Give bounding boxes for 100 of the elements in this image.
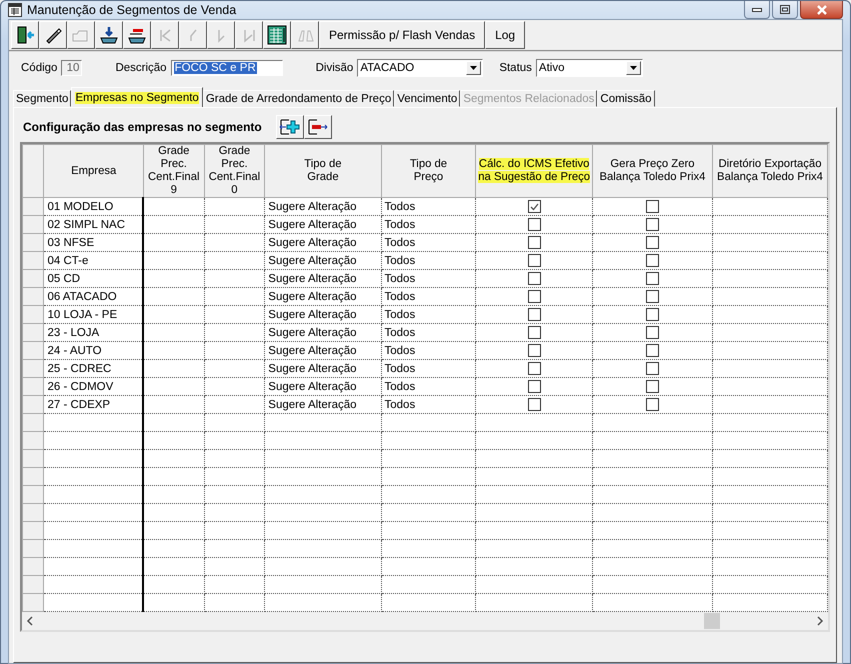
row-header bbox=[22, 270, 44, 288]
tab[interactable]: Empresas no Segmento bbox=[71, 87, 203, 107]
minimize-button[interactable] bbox=[744, 1, 770, 19]
division-dropdown[interactable]: ATACADO bbox=[357, 59, 484, 77]
column-header: Tipo de Preço bbox=[381, 144, 476, 198]
scroll-thumb[interactable] bbox=[704, 613, 720, 629]
scroll-right-icon[interactable] bbox=[816, 616, 824, 626]
row-header bbox=[22, 234, 44, 252]
table-cell: Sugere Alteração bbox=[264, 342, 382, 360]
window-title: Manutenção de Segmentos de Venda bbox=[27, 3, 238, 17]
checkbox[interactable] bbox=[646, 362, 659, 375]
horizontal-scrollbar[interactable] bbox=[22, 612, 828, 630]
minimize-icon bbox=[752, 8, 762, 12]
table-cell: Sugere Alteração bbox=[264, 252, 382, 270]
row-header bbox=[22, 558, 44, 576]
toolbar-button[interactable] bbox=[11, 21, 39, 49]
column-header: Diretório Exportação Balança Toledo Prix4 bbox=[712, 144, 828, 198]
table-cell: Sugere Alteração bbox=[264, 288, 382, 306]
row-header bbox=[22, 378, 44, 396]
tab[interactable]: Segmento bbox=[13, 90, 72, 107]
checkbox[interactable] bbox=[646, 236, 659, 249]
scroll-left-icon[interactable] bbox=[26, 616, 34, 626]
toolbar-button[interactable]: Log bbox=[485, 21, 526, 49]
remove-icon bbox=[306, 118, 329, 136]
table-cell: Todos bbox=[381, 234, 476, 252]
checkbox[interactable] bbox=[646, 398, 659, 411]
row-header bbox=[22, 486, 44, 504]
table-cell: 25 - CDREC bbox=[44, 360, 144, 378]
checkbox[interactable] bbox=[646, 326, 659, 339]
table-cell: Todos bbox=[381, 198, 476, 216]
table-cell: 26 - CDMOV bbox=[44, 378, 144, 396]
table-cell: Sugere Alteração bbox=[264, 198, 382, 216]
table-cell: 01 MODELO bbox=[44, 198, 144, 216]
column-header: Grade Prec. Cent.Final 0 bbox=[204, 144, 265, 198]
field-label: Descrição bbox=[115, 62, 167, 74]
tab[interactable]: Comissão bbox=[597, 90, 655, 107]
checkbox[interactable] bbox=[646, 290, 659, 303]
row-header bbox=[22, 288, 44, 306]
remove-company-button[interactable] bbox=[304, 115, 332, 139]
checkbox[interactable] bbox=[528, 290, 541, 303]
table-cell: 24 - AUTO bbox=[44, 342, 144, 360]
toolbar-button[interactable] bbox=[39, 21, 67, 49]
column-header: Cálc. do ICMS Efetivo na Sugestão de Preço bbox=[476, 144, 592, 198]
table-cell: Todos bbox=[381, 342, 476, 360]
checkbox[interactable] bbox=[528, 200, 541, 213]
codigo-field[interactable]: 10 bbox=[61, 60, 82, 76]
tab[interactable]: Vencimento bbox=[394, 90, 460, 107]
column-header: Tipo de Grade bbox=[264, 144, 382, 198]
checkbox[interactable] bbox=[528, 362, 541, 375]
dropdown-arrow-icon bbox=[470, 66, 478, 70]
table-cell: 06 ATACADO bbox=[44, 288, 144, 306]
checkbox[interactable] bbox=[528, 398, 541, 411]
grid-sheet-icon bbox=[267, 25, 287, 45]
description-field[interactable]: FOCO SC e PR bbox=[170, 60, 283, 76]
field-label: Divisão bbox=[316, 62, 354, 74]
checkbox[interactable] bbox=[646, 380, 659, 393]
close-button[interactable] bbox=[800, 1, 843, 19]
checkbox[interactable] bbox=[646, 254, 659, 267]
checkbox[interactable] bbox=[528, 236, 541, 249]
maximize-button[interactable] bbox=[772, 1, 798, 19]
checkbox[interactable] bbox=[528, 326, 541, 339]
table-cell: 23 - LOJA bbox=[44, 324, 144, 342]
status-dropdown[interactable]: Ativo bbox=[536, 59, 643, 77]
checkbox[interactable] bbox=[646, 218, 659, 231]
row-header bbox=[22, 216, 44, 234]
checkbox[interactable] bbox=[528, 380, 541, 393]
table-cell: Sugere Alteração bbox=[264, 324, 382, 342]
checkbox[interactable] bbox=[646, 272, 659, 285]
row-header bbox=[22, 306, 44, 324]
table-cell: Todos bbox=[381, 360, 476, 378]
table-cell: Sugere Alteração bbox=[264, 360, 382, 378]
row-header bbox=[22, 414, 44, 432]
checkbox[interactable] bbox=[646, 308, 659, 321]
add-company-button[interactable] bbox=[276, 115, 304, 139]
tray-download-icon bbox=[99, 25, 119, 45]
door-arrow-icon bbox=[15, 25, 35, 45]
add-icon bbox=[278, 118, 301, 136]
table-cell: Sugere Alteração bbox=[264, 306, 382, 324]
checkbox[interactable] bbox=[528, 254, 541, 267]
checkbox[interactable] bbox=[646, 344, 659, 357]
row-header bbox=[22, 540, 44, 558]
row-header bbox=[22, 396, 44, 414]
tab[interactable]: Grade de Arredondamento de Preço bbox=[202, 90, 394, 107]
column-header: Empresa bbox=[44, 144, 144, 198]
toolbar-button[interactable] bbox=[123, 21, 151, 49]
checkbox[interactable] bbox=[646, 200, 659, 213]
row-header bbox=[22, 468, 44, 486]
row-header bbox=[22, 432, 44, 450]
toolbar-button[interactable] bbox=[95, 21, 123, 49]
toolbar-button[interactable]: Permissão p/ Flash Vendas bbox=[319, 21, 486, 49]
toolbar-button[interactable] bbox=[263, 21, 291, 49]
checkbox[interactable] bbox=[528, 344, 541, 357]
section-title: Configuração das empresas no segmento bbox=[23, 120, 262, 134]
checkbox[interactable] bbox=[528, 272, 541, 285]
app-icon bbox=[8, 3, 22, 17]
table-cell: Sugere Alteração bbox=[264, 378, 382, 396]
column-header: Grade Prec. Cent.Final 9 bbox=[143, 144, 204, 198]
checkbox[interactable] bbox=[528, 308, 541, 321]
checkbox[interactable] bbox=[528, 218, 541, 231]
table-cell: Sugere Alteração bbox=[264, 396, 382, 414]
